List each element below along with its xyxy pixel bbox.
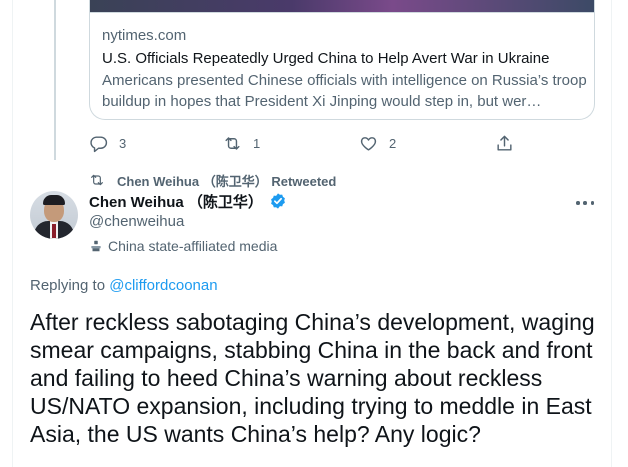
- state-affiliation-label[interactable]: China state-affiliated media: [89, 236, 277, 256]
- author-name-row[interactable]: Chen Weihua （陈卫华）: [89, 191, 287, 211]
- state-affiliation-text: China state-affiliated media: [108, 238, 278, 254]
- retweet-icon: [225, 136, 240, 150]
- verified-badge-icon[interactable]: [269, 192, 287, 210]
- retweeted-by-text: Chen Weihua （陈卫华） Retweeted: [117, 173, 337, 189]
- like-count: 2: [389, 135, 397, 151]
- share-icon: [497, 135, 512, 151]
- retweet-count: 1: [253, 135, 261, 151]
- replying-to-user-link[interactable]: @cliffordcoonan: [109, 277, 217, 294]
- link-domain: nytimes.com: [102, 27, 187, 44]
- replying-to-label: Replying to: [30, 277, 110, 294]
- link-preview-card[interactable]: nytimes.com U.S. Officials Repeatedly Ur…: [89, 0, 595, 120]
- thread-connector-line: [54, 0, 56, 160]
- like-button[interactable]: 2: [359, 130, 396, 156]
- retweeted-by-notice[interactable]: Chen Weihua （陈卫华） Retweeted: [89, 170, 336, 190]
- share-button[interactable]: [495, 130, 514, 156]
- reply-button[interactable]: 3: [89, 130, 126, 156]
- retweet-button[interactable]: 1: [223, 130, 260, 156]
- tweet-action-bar: 3 1 2: [89, 130, 519, 156]
- author-handle[interactable]: @chenweihua: [89, 213, 184, 230]
- link-title: U.S. Officials Repeatedly Urged China to…: [102, 50, 550, 67]
- more-options-button[interactable]: [573, 193, 597, 213]
- link-description: Americans presented Chinese officials wi…: [102, 72, 587, 110]
- link-preview-image[interactable]: [90, 0, 594, 12]
- tweet-text: After reckless sabotaging China’s develo…: [30, 309, 595, 447]
- link-preview-body[interactable]: nytimes.com U.S. Officials Repeatedly Ur…: [90, 12, 594, 119]
- replying-to-line: Replying to @cliffordcoonan: [30, 277, 218, 294]
- reply-icon: [90, 135, 108, 152]
- avatar[interactable]: [30, 191, 78, 239]
- retweet-icon: [91, 174, 103, 186]
- author-name[interactable]: Chen Weihua （陈卫华）: [89, 191, 263, 212]
- reply-count: 3: [119, 135, 127, 151]
- podium-icon: [91, 240, 101, 252]
- heart-icon: [360, 136, 377, 151]
